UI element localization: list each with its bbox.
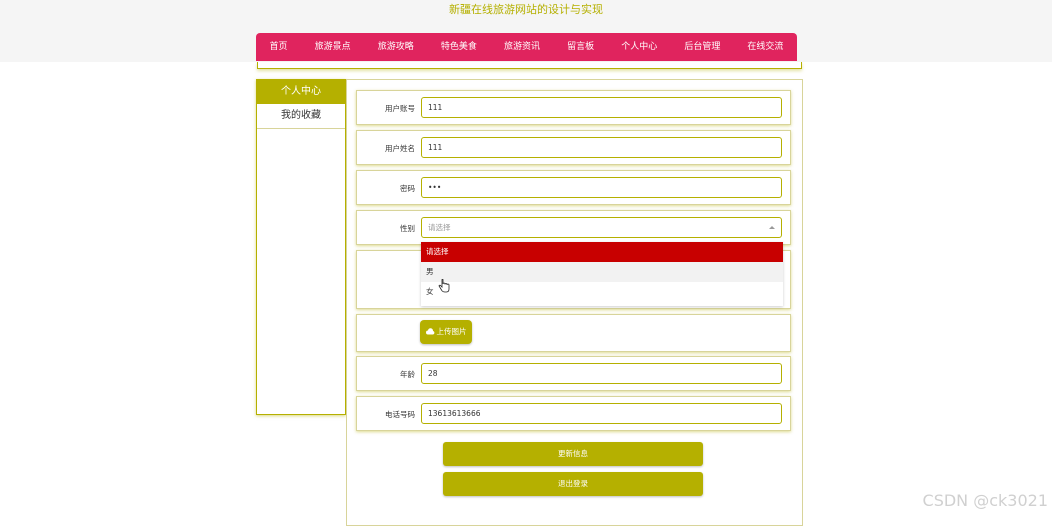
site-title: 新疆在线旅游网站的设计与实现	[449, 3, 603, 16]
nav-item-attractions[interactable]: 旅游景点	[301, 33, 364, 61]
gender-select-value: 请选择	[428, 223, 451, 232]
gender-select[interactable]: 请选择	[421, 217, 782, 238]
nav-item-messages[interactable]: 留言板	[554, 33, 608, 61]
form-row-gender: 性别 请选择	[356, 210, 791, 245]
gender-label: 性别	[400, 224, 415, 233]
nav-underbar	[257, 62, 802, 69]
nav-item-food[interactable]: 特色美食	[427, 33, 490, 61]
account-label: 用户账号	[385, 104, 415, 113]
form-row-account: 用户账号 111	[356, 90, 791, 125]
password-input[interactable]: •••	[421, 177, 782, 198]
upload-image-button[interactable]: 上传图片	[420, 320, 472, 344]
phone-input[interactable]: 13613613666	[421, 403, 782, 424]
form-row-name: 用户姓名 111	[356, 130, 791, 165]
name-label: 用户姓名	[385, 144, 415, 153]
form-row-age: 年龄 28	[356, 356, 791, 391]
update-info-button[interactable]: 更新信息	[443, 442, 703, 466]
gender-option-placeholder[interactable]: 请选择	[421, 242, 783, 262]
cloud-upload-icon	[425, 328, 434, 335]
form-row-password: 密码 •••	[356, 170, 791, 205]
gender-option-female[interactable]: 女	[421, 282, 783, 302]
nav-item-profile[interactable]: 个人中心	[608, 33, 671, 61]
chevron-up-icon	[769, 226, 775, 229]
main-nav: 首页 旅游景点 旅游攻略 特色美食 旅游资讯 留言板 个人中心 后台管理 在线交…	[256, 33, 797, 61]
gender-dropdown: 请选择 男 女	[421, 242, 783, 306]
sidebar-item-favorites[interactable]: 我的收藏	[257, 104, 345, 129]
gender-option-male[interactable]: 男	[421, 262, 783, 282]
age-input[interactable]: 28	[421, 363, 782, 384]
watermark: CSDN @ck3021	[922, 491, 1048, 510]
hand-cursor-icon	[438, 279, 450, 293]
logout-button[interactable]: 退出登录	[443, 472, 703, 496]
name-input[interactable]: 111	[421, 137, 782, 158]
account-input[interactable]: 111	[421, 97, 782, 118]
form-row-phone: 电话号码 13613613666	[356, 396, 791, 431]
password-label: 密码	[400, 184, 415, 193]
nav-item-guides[interactable]: 旅游攻略	[364, 33, 427, 61]
sidebar: 个人中心 我的收藏	[256, 79, 346, 415]
nav-item-chat[interactable]: 在线交流	[734, 33, 797, 61]
phone-label: 电话号码	[385, 410, 415, 419]
nav-item-admin[interactable]: 后台管理	[671, 33, 734, 61]
upload-image-label: 上传图片	[436, 327, 467, 336]
age-label: 年龄	[400, 370, 415, 379]
sidebar-header[interactable]: 个人中心	[257, 80, 345, 104]
nav-item-home[interactable]: 首页	[256, 33, 301, 61]
nav-item-news[interactable]: 旅游资讯	[490, 33, 553, 61]
